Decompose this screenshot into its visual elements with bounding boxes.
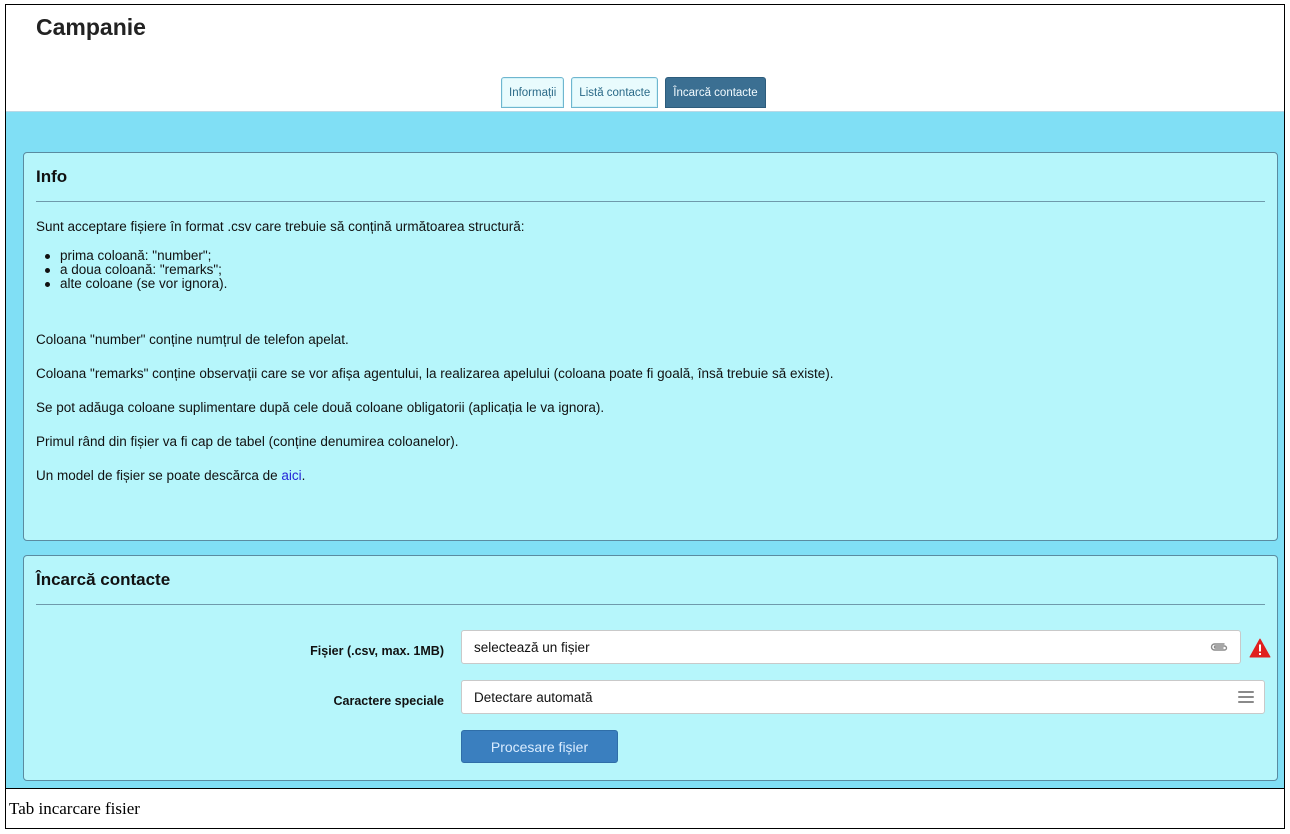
figure-caption: Tab incarcare fisier (9, 799, 140, 818)
encoding-field-label: Caractere speciale (333, 694, 445, 708)
caption-divider (6, 788, 1284, 789)
info-number-text: Coloana "number" conține numțrul de tele… (36, 332, 349, 347)
info-header-row-text: Primul rând din fișier va fi cap de tabe… (36, 434, 459, 449)
content-area: Info Sunt acceptare fișiere în format .c… (6, 112, 1284, 788)
info-model-prefix: Un model de fișier se poate descărca de (36, 468, 282, 483)
info-intro-text: Sunt acceptare fișiere în format .csv ca… (36, 219, 525, 234)
download-model-link[interactable]: aici (281, 468, 301, 483)
page-title: Campanie (36, 14, 146, 40)
info-model-suffix: . (301, 468, 306, 483)
encoding-select-value: Detectare automată (474, 689, 593, 705)
encoding-select[interactable]: Detectare automată (461, 680, 1265, 714)
screenshot-frame: Campanie Informații Listă contacte Încar… (5, 4, 1285, 829)
file-input[interactable]: selectează un fișier (461, 630, 1241, 664)
page-header: Campanie Informații Listă contacte Încar… (6, 5, 1284, 112)
info-panel-title: Info (36, 167, 68, 186)
file-input-value: selectează un fișier (474, 639, 590, 655)
tab-bar: Informații Listă contacte Încarcă contac… (501, 77, 766, 111)
menu-icon[interactable] (1238, 691, 1254, 703)
tab-incarca-contacte[interactable]: Încarcă contacte (665, 77, 766, 108)
info-extra-columns-text: Se pot adăuga coloane suplimentare după … (36, 400, 605, 415)
tab-lista-contacte[interactable]: Listă contacte (571, 77, 659, 108)
file-field-label: Fișier (.csv, max. 1MB) (310, 644, 444, 658)
upload-panel: Încarcă contacte Fișier (.csv, max. 1MB)… (23, 555, 1278, 781)
paperclip-icon[interactable] (1208, 640, 1230, 654)
info-remarks-text: Coloana "remarks" conține observații car… (36, 366, 834, 381)
upload-panel-title: Încarcă contacte (36, 570, 171, 589)
info-structure-list: prima coloană: "number"; a doua coloană:… (36, 249, 227, 291)
list-item: prima coloană: "number"; (44, 249, 227, 263)
tab-informatii[interactable]: Informații (501, 77, 565, 108)
process-file-button[interactable]: Procesare fișier (461, 730, 618, 763)
upload-panel-divider (36, 604, 1265, 605)
warning-icon (1249, 638, 1271, 658)
list-item: a doua coloană: "remarks"; (44, 263, 227, 277)
info-model-text: Un model de fișier se poate descărca de … (36, 468, 305, 484)
info-panel: Info Sunt acceptare fișiere în format .c… (23, 152, 1278, 541)
info-panel-divider (36, 201, 1265, 202)
list-item: alte coloane (se vor ignora). (44, 276, 228, 291)
